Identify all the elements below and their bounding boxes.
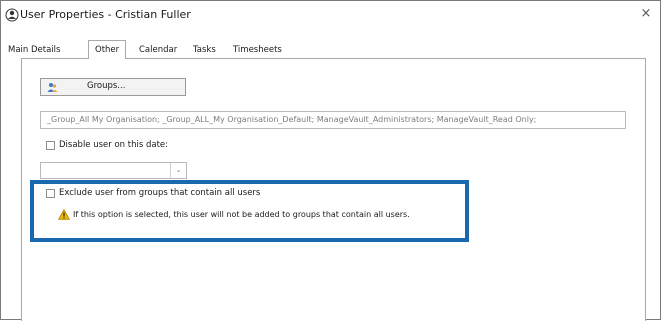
groups-button[interactable]: Groups... — [40, 78, 186, 96]
chevron-down-icon[interactable]: ⌄ — [170, 163, 186, 178]
groups-button-label: Groups... — [87, 81, 126, 91]
disable-date-dropdown[interactable]: ⌄ — [40, 162, 187, 179]
tab-other[interactable]: Other — [88, 40, 127, 59]
title-bar: User Properties - Cristian Fuller × — [0, 0, 661, 28]
close-icon[interactable]: × — [637, 5, 655, 23]
tab-timesheets[interactable]: Timesheets — [233, 42, 282, 58]
tab-calendar[interactable]: Calendar — [139, 42, 177, 58]
highlight-annotation-box — [30, 180, 469, 242]
user-properties-icon — [5, 8, 19, 22]
window-title: User Properties - Cristian Fuller — [20, 8, 191, 21]
tab-tasks[interactable]: Tasks — [193, 42, 216, 58]
disable-user-checkbox[interactable] — [46, 141, 55, 150]
tab-main-details[interactable]: Main Details — [8, 42, 60, 58]
groups-list-field[interactable]: _Group_All My Organisation; _Group_ALL_M… — [40, 111, 626, 129]
disable-user-label: Disable user on this date: — [59, 140, 169, 150]
user-group-icon — [47, 83, 58, 92]
